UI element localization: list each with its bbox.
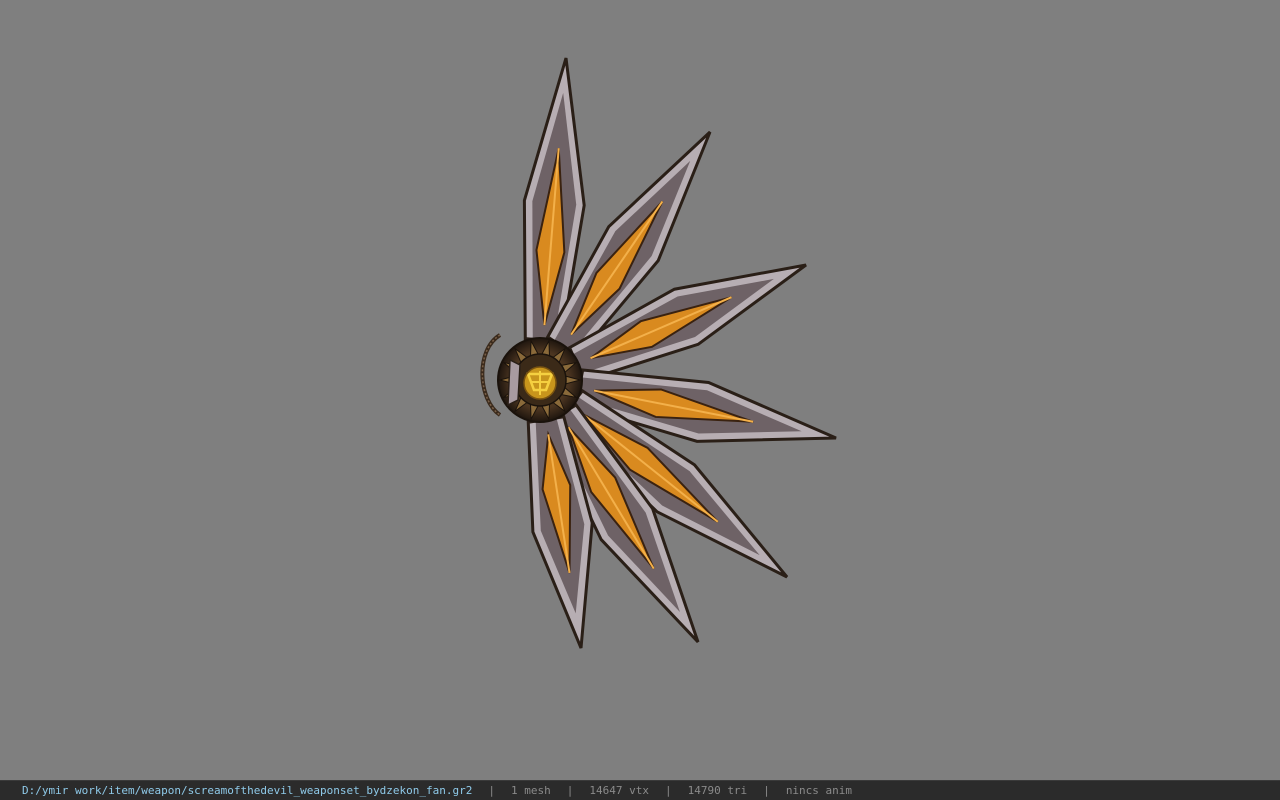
3d-viewport[interactable] (0, 0, 1280, 780)
separator: | (488, 784, 495, 797)
separator: | (566, 784, 574, 797)
emblem-icon (523, 366, 557, 400)
status-bar: D:/ymir work/item/weapon/screamofthedevi… (0, 780, 1280, 800)
separator: | (763, 784, 770, 797)
model-file-path: D:/ymir work/item/weapon/screamofthedevi… (22, 784, 473, 797)
separator: | (664, 784, 672, 797)
fan-hub (480, 333, 583, 423)
vertex-count: 14647 vtx (589, 784, 649, 797)
animation-status: nincs anim (785, 784, 853, 797)
triangle-count: 14790 tri (687, 784, 748, 797)
mesh-count: 1 mesh (510, 784, 551, 797)
fan-weapon-model (480, 57, 837, 649)
